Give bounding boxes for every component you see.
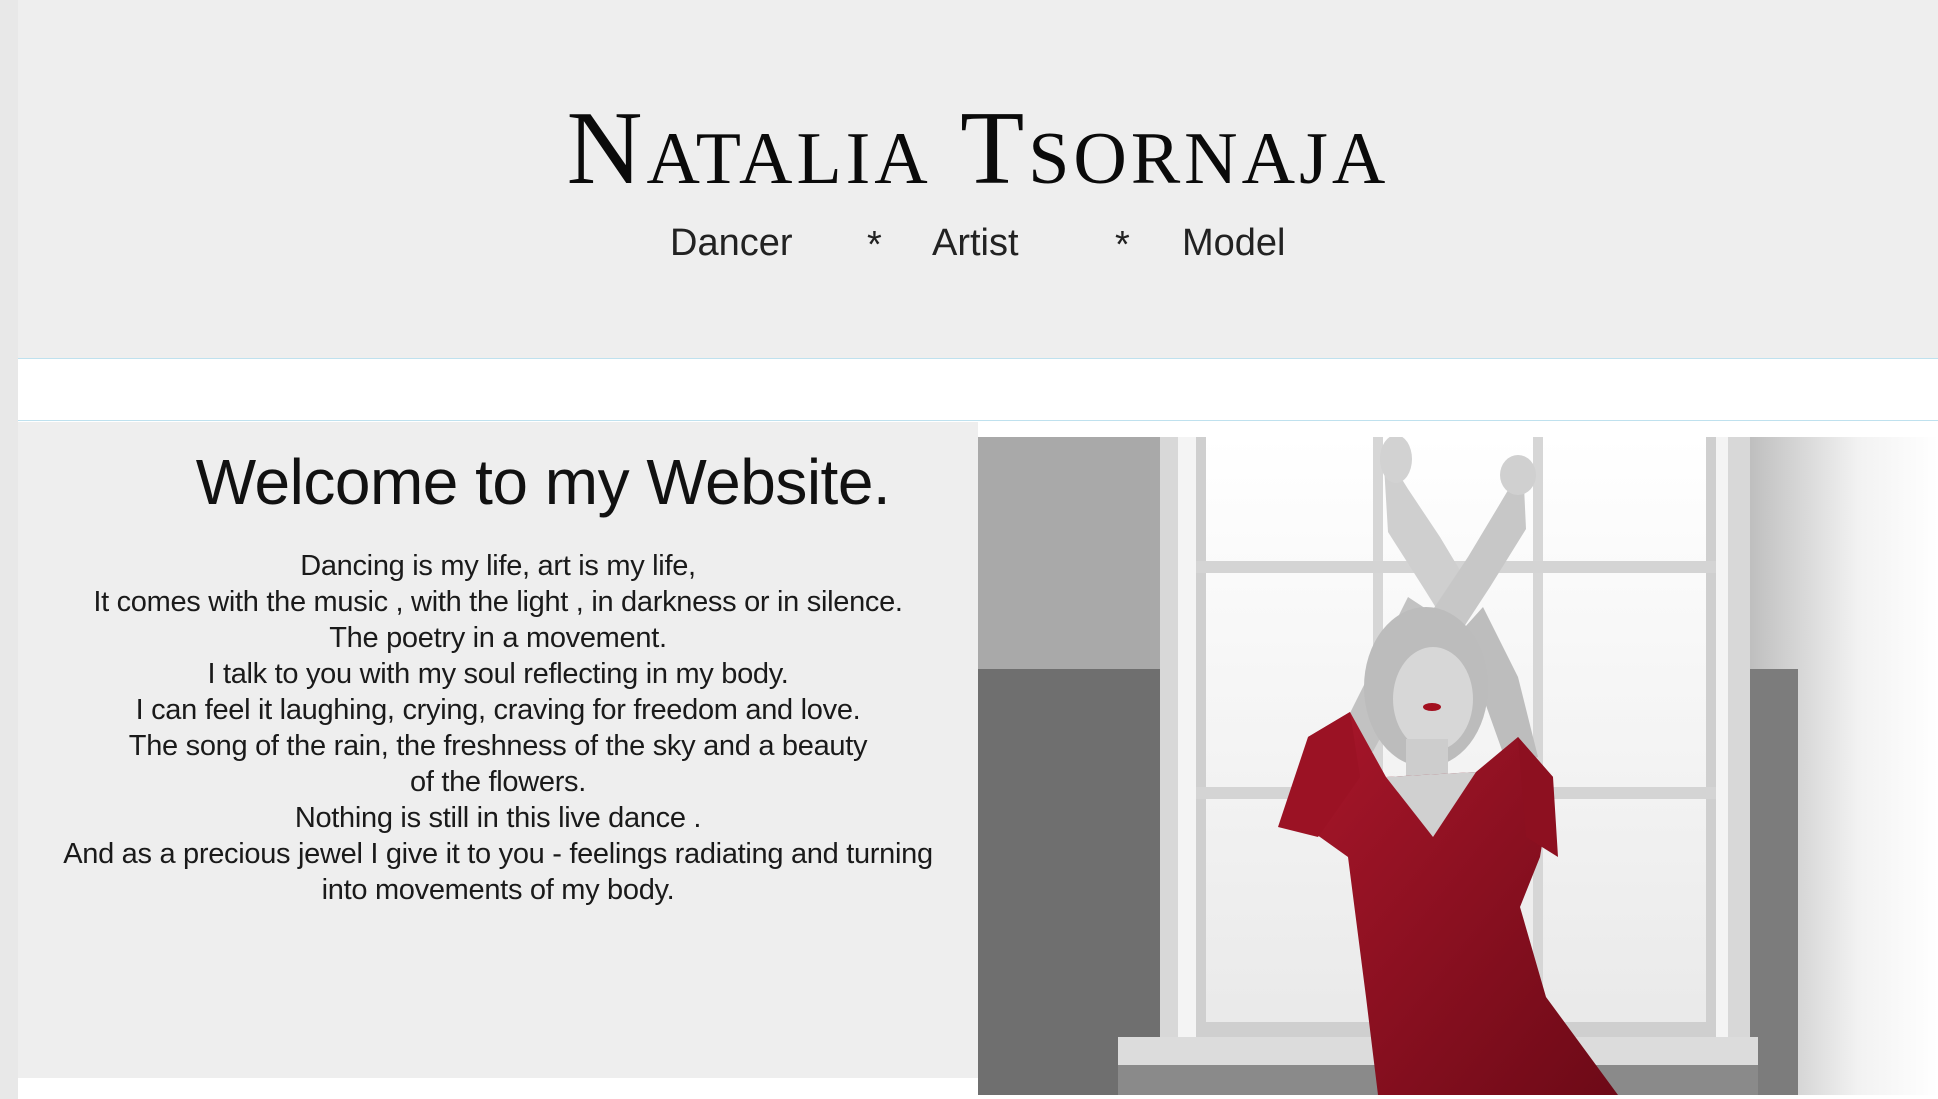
page-left-edge	[0, 0, 18, 1099]
welcome-heading: Welcome to my Website.	[195, 446, 891, 518]
dancer-photo-illustration	[978, 437, 1938, 1095]
role-separator: *	[867, 224, 882, 266]
header-divider-strip	[18, 359, 1938, 421]
poem-text: Dancing is my life, art is my life, It c…	[18, 548, 978, 908]
poem-line: Nothing is still in this live dance .	[294, 802, 702, 834]
site-title: Natalia Tsornaja	[566, 89, 1390, 206]
poem-line: of the flowers.	[409, 766, 587, 798]
roles-line: Dancer * Artist * Model	[18, 222, 1938, 270]
role-model: Model	[1182, 222, 1286, 264]
poem-line: I can feel it laughing, crying, craving …	[135, 694, 861, 726]
role-separator: *	[1115, 224, 1130, 266]
poem-line: The song of the rain, the freshness of t…	[128, 730, 868, 762]
poem-line: It comes with the music , with the light…	[93, 586, 903, 618]
role-dancer: Dancer	[670, 222, 793, 264]
poem-line: into movements of my body.	[321, 874, 675, 906]
poem-line: I talk to you with my soul reflecting in…	[207, 658, 789, 690]
poem-line: Dancing is my life, art is my life,	[300, 550, 696, 582]
welcome-section: Welcome to my Website. Dancing is my lif…	[18, 422, 978, 1078]
poem-line: And as a precious jewel I give it to you…	[63, 838, 933, 870]
role-artist: Artist	[932, 222, 1019, 264]
site-header: Natalia Tsornaja Dancer * Artist * Model	[18, 0, 1938, 359]
poem-line: The poetry in a movement.	[329, 622, 667, 654]
dancer-photo	[978, 437, 1938, 1095]
